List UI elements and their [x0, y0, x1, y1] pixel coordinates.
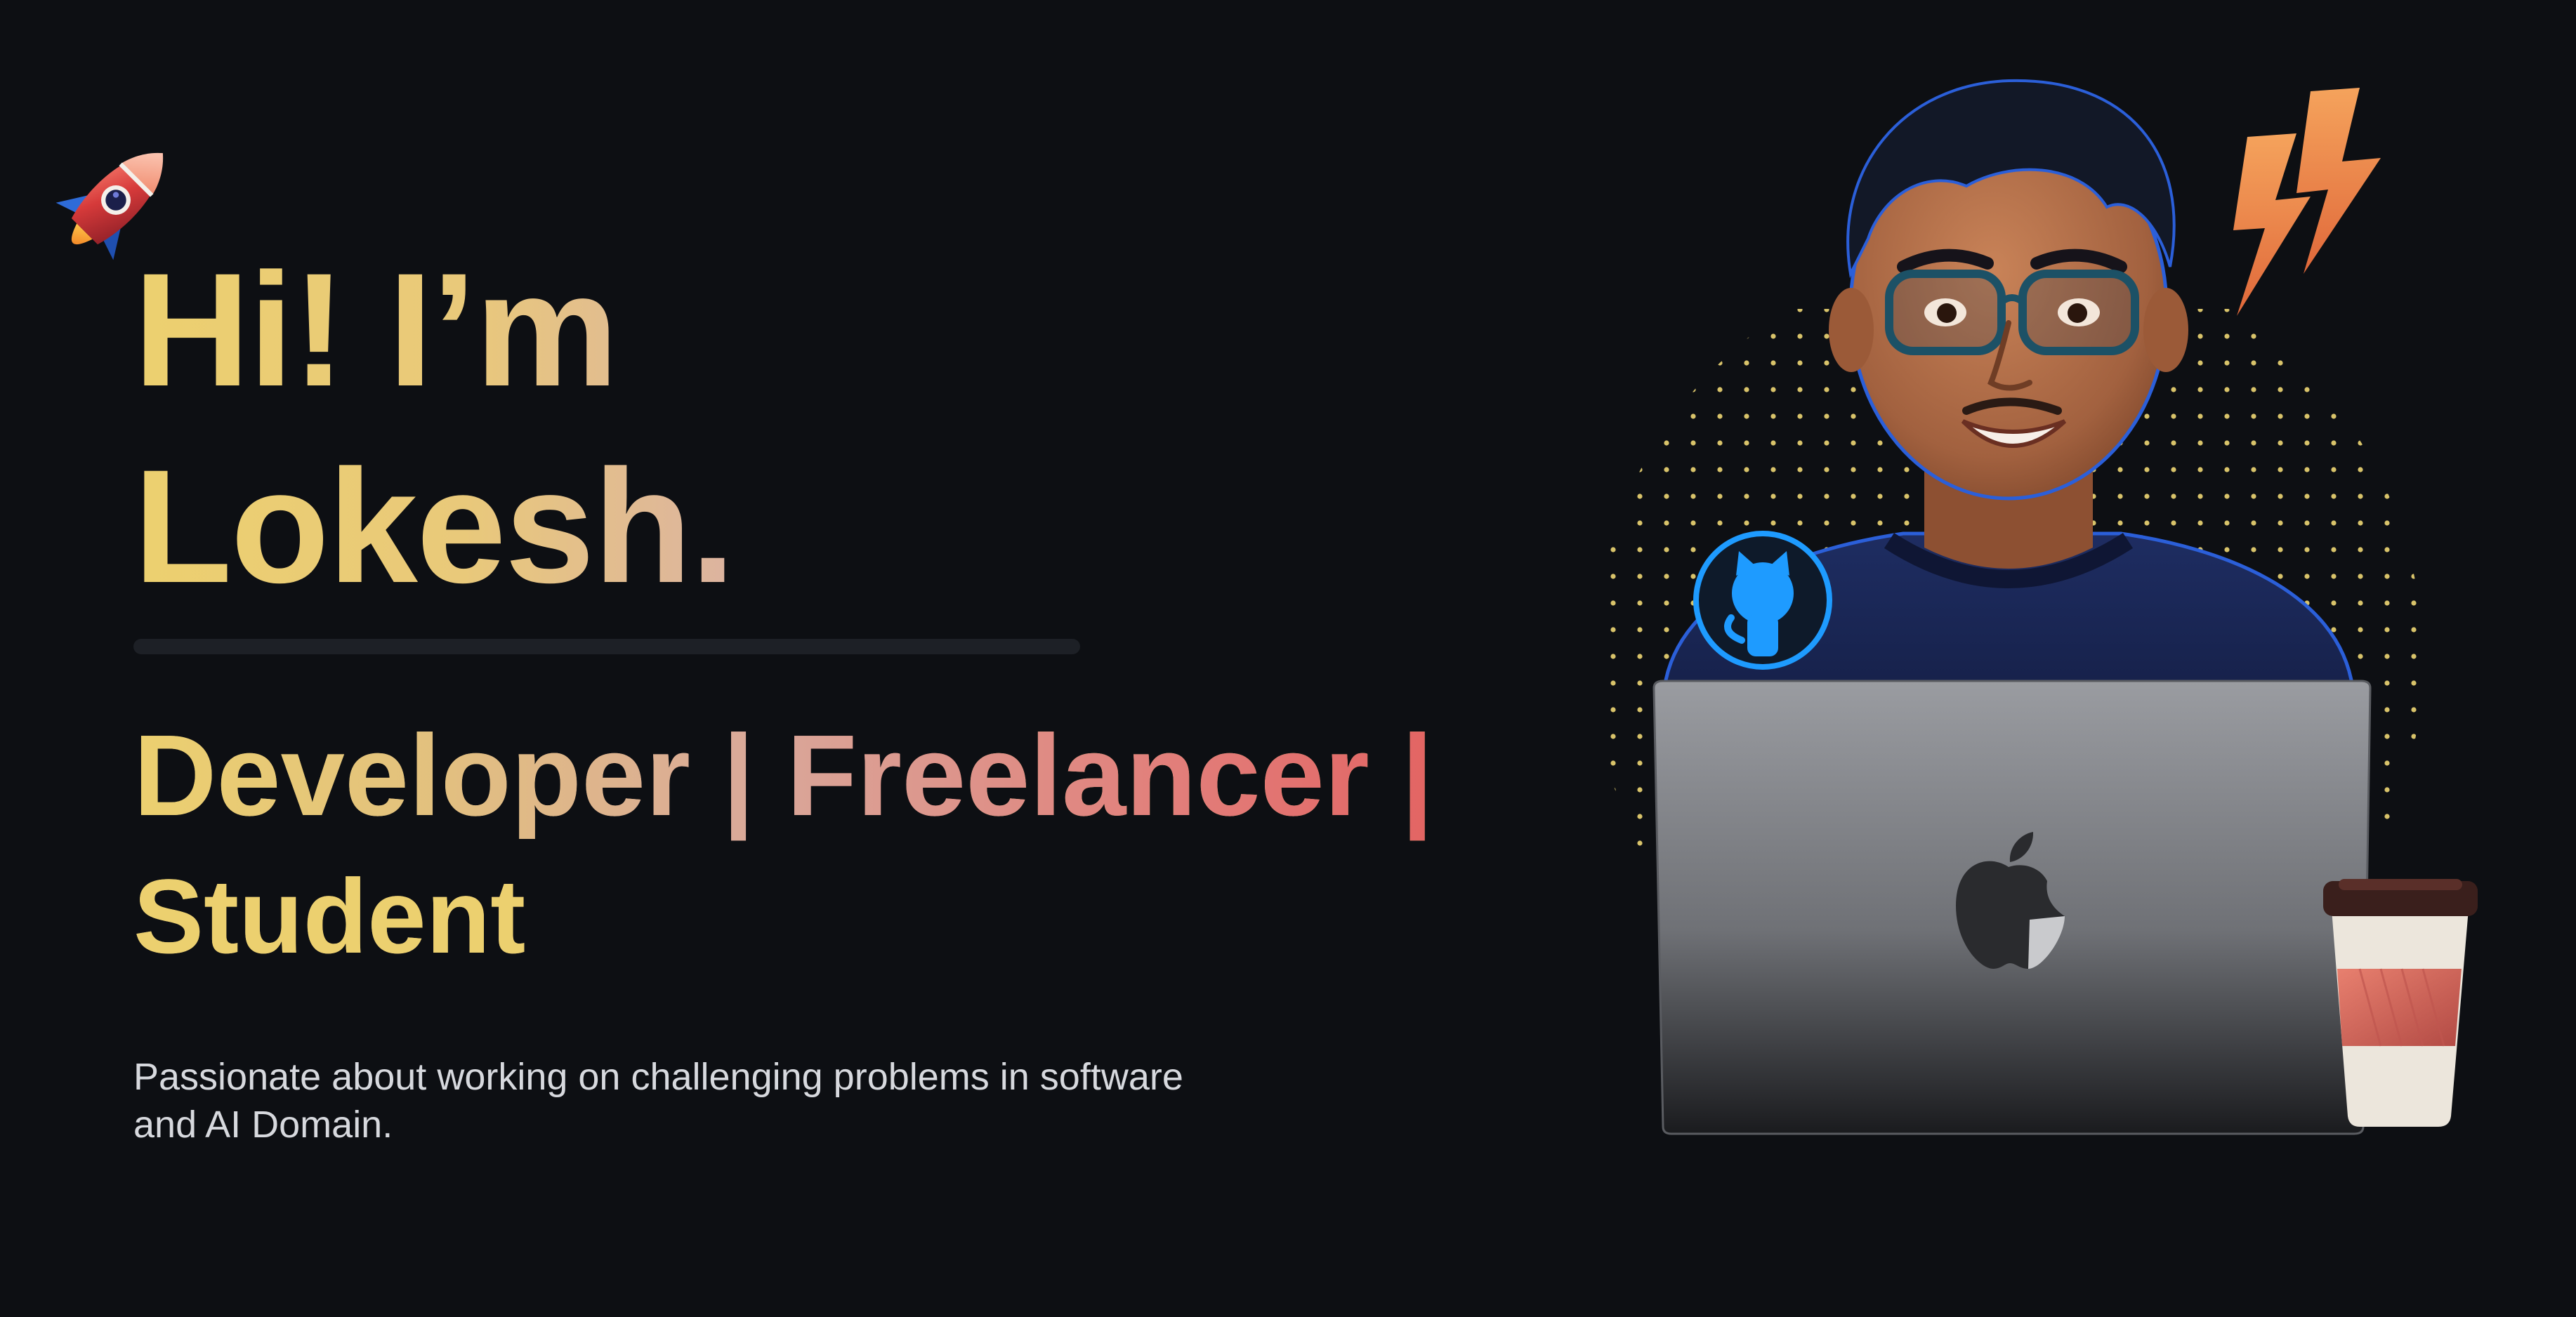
- coffee-cup-icon: [2323, 879, 2478, 1127]
- greeting-heading: Hi! I’m Lokesh.: [133, 232, 734, 625]
- roles-line-1: Developer | Freelancer |: [133, 706, 1524, 846]
- avatar-illustration: [1573, 56, 2514, 1135]
- roles-heading: Developer | Freelancer | Student: [133, 706, 1524, 986]
- greeting-line-1: Hi! I’m: [133, 239, 617, 420]
- greeting-line-2: Lokesh.: [133, 436, 735, 616]
- github-octocat-icon: [1693, 531, 1832, 670]
- roles-line-2: Student: [133, 857, 526, 975]
- hero-page: Hi! I’m Lokesh. Developer | Freelancer |…: [0, 0, 2576, 1317]
- laptop-illustration: [1652, 680, 2372, 1135]
- bio-text: Passionate about working on challenging …: [133, 1056, 1183, 1146]
- heading-divider: [133, 639, 1080, 654]
- hero-illustration: [1573, 56, 2514, 1151]
